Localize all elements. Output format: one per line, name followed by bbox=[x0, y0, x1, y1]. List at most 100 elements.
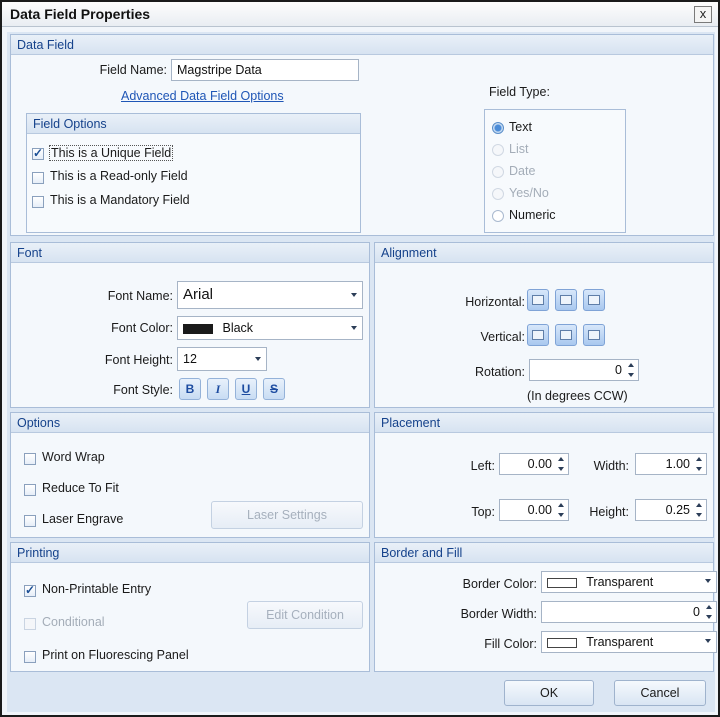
rotation-input[interactable]: 0 bbox=[529, 359, 639, 381]
edit-condition-button[interactable]: Edit Condition bbox=[247, 601, 363, 629]
align-left-icon bbox=[532, 295, 544, 305]
title-bar: Data Field Properties x bbox=[2, 2, 718, 27]
align-middle-icon bbox=[560, 330, 572, 340]
fill-color-dropdown[interactable]: Transparent bbox=[541, 631, 717, 653]
strikethrough-button[interactable]: S bbox=[263, 378, 285, 400]
font-group: Font Font Name: Arial Font Color: Black … bbox=[10, 242, 370, 408]
type-list-label: List bbox=[509, 142, 529, 156]
close-button[interactable]: x bbox=[694, 6, 712, 23]
left-value: 0.00 bbox=[527, 457, 552, 471]
non-printable-checkbox[interactable] bbox=[24, 583, 36, 597]
unique-field-checkbox[interactable] bbox=[32, 146, 44, 160]
border-width-value: 0 bbox=[693, 605, 700, 619]
laser-settings-button[interactable]: Laser Settings bbox=[211, 501, 363, 529]
word-wrap-label: Word Wrap bbox=[42, 450, 105, 464]
rotation-note: (In degrees CCW) bbox=[527, 389, 628, 403]
border-color-value: Transparent bbox=[586, 575, 654, 589]
fluorescing-checkbox[interactable] bbox=[24, 651, 36, 663]
laser-engrave-checkbox[interactable] bbox=[24, 515, 36, 527]
chevron-down-icon bbox=[705, 579, 711, 583]
reduce-to-fit-label: Reduce To Fit bbox=[42, 481, 119, 495]
border-width-label: Border Width: bbox=[460, 607, 537, 621]
dialog-window: Data Field Properties x Data Field Field… bbox=[0, 0, 720, 717]
spinner-icon[interactable] bbox=[558, 503, 564, 517]
field-name-input[interactable]: Magstripe Data bbox=[171, 59, 359, 81]
spinner-icon[interactable] bbox=[696, 457, 702, 471]
font-height-value: 12 bbox=[183, 352, 197, 366]
border-width-input[interactable]: 0 bbox=[541, 601, 717, 623]
underline-button[interactable]: U bbox=[235, 378, 257, 400]
type-text-radio[interactable] bbox=[492, 122, 504, 134]
alignment-header: Alignment bbox=[375, 243, 713, 263]
read-only-field-checkbox[interactable] bbox=[32, 172, 44, 184]
mandatory-field-label: This is a Mandatory Field bbox=[50, 193, 190, 207]
chevron-down-icon bbox=[351, 326, 357, 330]
height-label: Height: bbox=[589, 505, 629, 519]
border-color-label: Border Color: bbox=[462, 577, 537, 591]
placement-header: Placement bbox=[375, 413, 713, 433]
top-value: 0.00 bbox=[527, 503, 552, 517]
reduce-to-fit-checkbox[interactable] bbox=[24, 484, 36, 496]
align-middle-button[interactable] bbox=[555, 324, 577, 346]
font-color-label: Font Color: bbox=[111, 321, 173, 335]
word-wrap-checkbox[interactable] bbox=[24, 453, 36, 465]
field-type-label: Field Type: bbox=[489, 85, 550, 99]
font-height-dropdown[interactable]: 12 bbox=[177, 347, 267, 371]
bold-button[interactable]: B bbox=[179, 378, 201, 400]
top-input[interactable]: 0.00 bbox=[499, 499, 569, 521]
type-date-label: Date bbox=[509, 164, 536, 178]
height-input[interactable]: 0.25 bbox=[635, 499, 707, 521]
fill-color-label: Fill Color: bbox=[484, 637, 537, 651]
options-group: Options Word Wrap Reduce To Fit Laser En… bbox=[10, 412, 370, 538]
type-numeric-radio[interactable] bbox=[492, 210, 504, 222]
mandatory-field-checkbox[interactable] bbox=[32, 196, 44, 208]
font-color-dropdown[interactable]: Black bbox=[177, 316, 363, 340]
left-input[interactable]: 0.00 bbox=[499, 453, 569, 475]
spinner-icon[interactable] bbox=[706, 605, 712, 619]
font-color-swatch bbox=[183, 323, 213, 334]
width-input[interactable]: 1.00 bbox=[635, 453, 707, 475]
font-style-label: Font Style: bbox=[113, 383, 173, 397]
fill-color-swatch bbox=[547, 637, 577, 648]
field-type-box: Text List Date Yes/No Numeric bbox=[484, 109, 626, 233]
font-header: Font bbox=[11, 243, 369, 263]
spinner-icon[interactable] bbox=[696, 503, 702, 517]
field-name-label: Field Name: bbox=[99, 63, 167, 77]
conditional-label: Conditional bbox=[42, 615, 105, 629]
field-options-header: Field Options bbox=[27, 114, 360, 134]
cancel-button[interactable]: Cancel bbox=[614, 680, 706, 706]
align-right-button[interactable] bbox=[583, 289, 605, 311]
type-list-radio[interactable] bbox=[492, 144, 504, 156]
align-top-button[interactable] bbox=[527, 324, 549, 346]
border-fill-group: Border and Fill Border Color: Transparen… bbox=[374, 542, 717, 672]
height-value: 0.25 bbox=[665, 503, 690, 517]
font-name-dropdown[interactable]: Arial bbox=[177, 281, 363, 309]
conditional-checkbox[interactable] bbox=[24, 618, 36, 630]
spinner-icon[interactable] bbox=[558, 457, 564, 471]
border-color-dropdown[interactable]: Transparent bbox=[541, 571, 717, 593]
width-value: 1.00 bbox=[665, 457, 690, 471]
advanced-options-link[interactable]: Advanced Data Field Options bbox=[121, 89, 284, 103]
align-top-icon bbox=[532, 330, 544, 340]
chevron-down-icon bbox=[705, 639, 711, 643]
type-date-radio[interactable] bbox=[492, 166, 504, 178]
options-header: Options bbox=[11, 413, 369, 433]
placement-group: Placement Left: 0.00 Width: 1.00 Top: 0.… bbox=[374, 412, 714, 538]
align-left-button[interactable] bbox=[527, 289, 549, 311]
type-yesno-radio[interactable] bbox=[492, 188, 504, 200]
align-center-icon bbox=[560, 295, 572, 305]
unique-field-label: This is a Unique Field bbox=[49, 145, 174, 161]
dialog-title: Data Field Properties bbox=[10, 6, 151, 22]
type-numeric-label: Numeric bbox=[509, 208, 556, 222]
ok-button[interactable]: OK bbox=[504, 680, 594, 706]
data-field-header: Data Field bbox=[11, 35, 713, 55]
fluorescing-label: Print on Fluorescing Panel bbox=[42, 648, 189, 662]
align-center-button[interactable] bbox=[555, 289, 577, 311]
vertical-label: Vertical: bbox=[480, 330, 525, 344]
italic-button[interactable]: I bbox=[207, 378, 229, 400]
align-right-icon bbox=[588, 295, 600, 305]
align-bottom-button[interactable] bbox=[583, 324, 605, 346]
printing-header: Printing bbox=[11, 543, 369, 563]
spinner-icon[interactable] bbox=[628, 363, 634, 377]
data-field-group: Data Field Field Name: Magstripe Data Ad… bbox=[10, 34, 714, 236]
